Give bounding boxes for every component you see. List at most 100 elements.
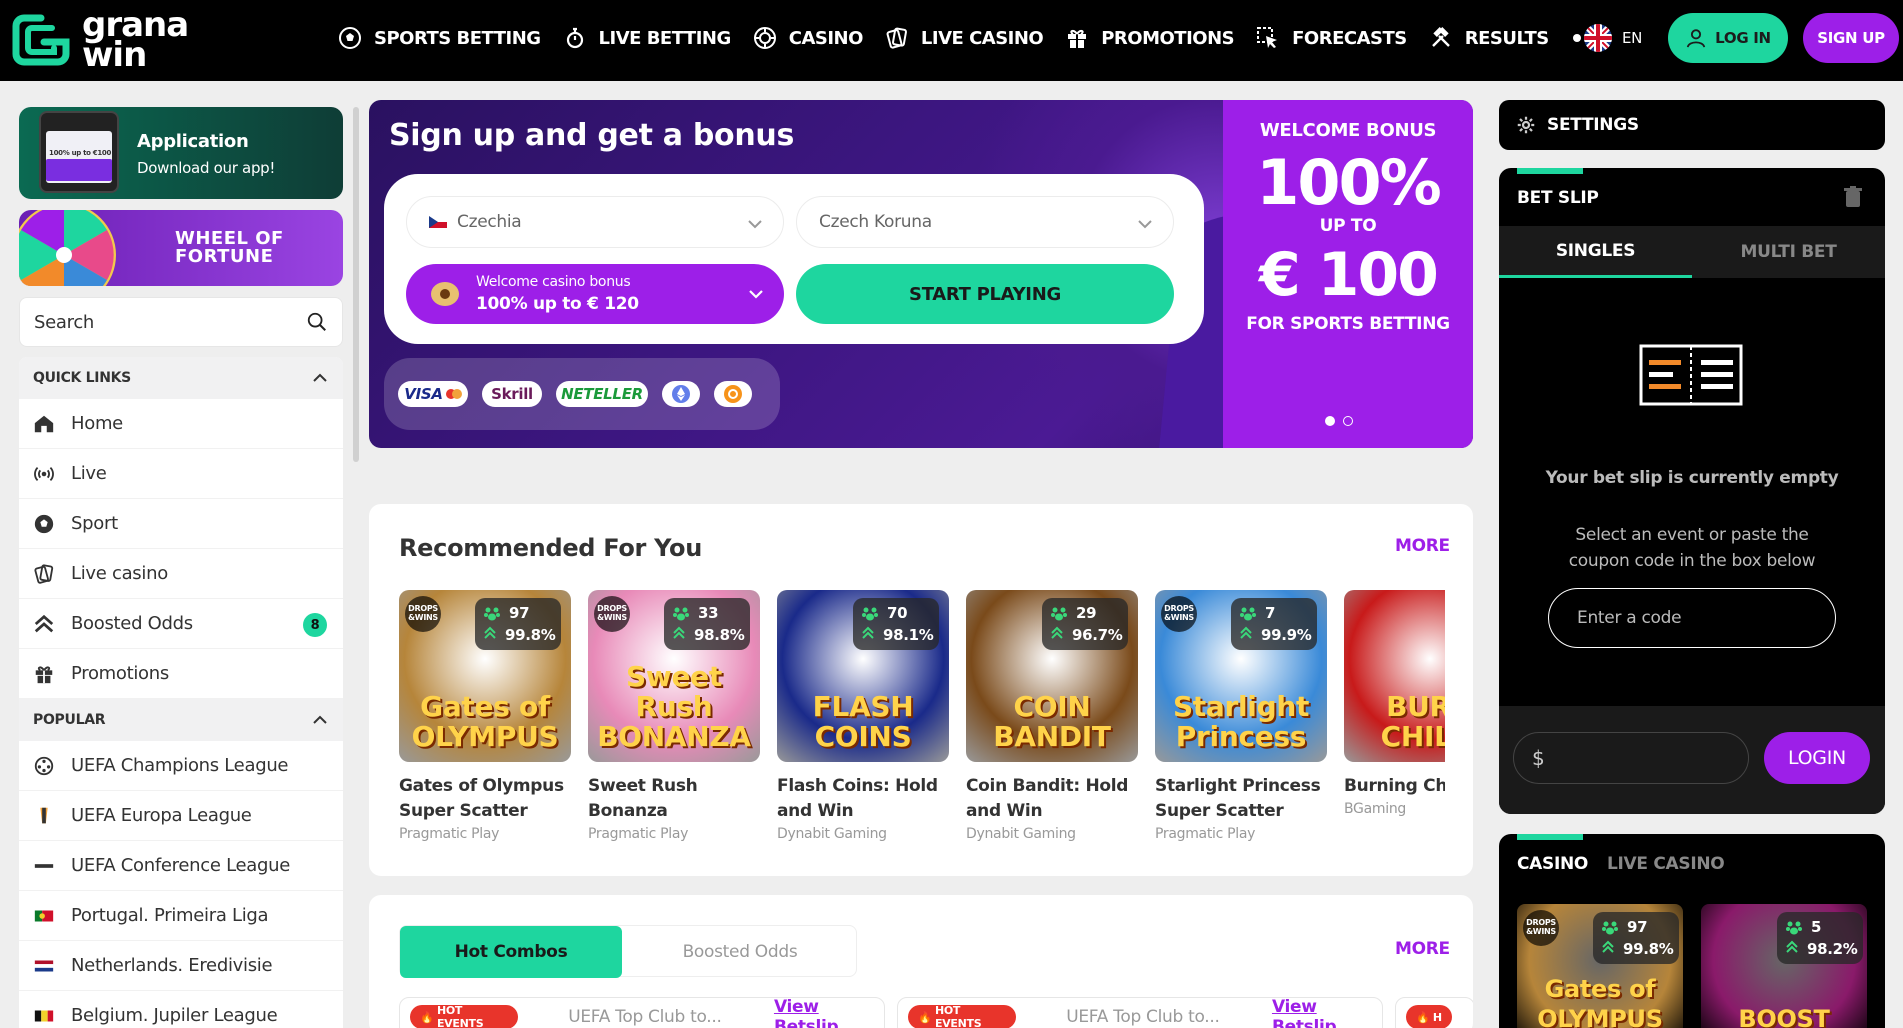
view-betslip-link[interactable]: View Betslip — [1272, 997, 1382, 1028]
sidebar-item-uecl[interactable]: UEFA Conference League — [19, 841, 343, 891]
hot-event-card[interactable]: 🔥 HOT EVENTS UEFA Top Club to... View Be… — [897, 997, 1383, 1028]
nav-live-casino[interactable]: LIVE CASINO — [885, 26, 1044, 50]
betslip-login-button[interactable]: LOGIN — [1764, 732, 1870, 784]
game-art-title: Gates of OLYMPUS — [1537, 975, 1663, 1028]
tab-boosted-odds[interactable]: Boosted Odds — [622, 926, 858, 978]
game-thumbnail[interactable]: 70 98.1% FLASH COINS — [777, 590, 949, 762]
casino-game-thumbnail[interactable]: DROPS &WINS 97 99.8% Gates of OLYMPUS — [1517, 904, 1683, 1028]
sidebar-item-label: Boosted Odds — [71, 613, 193, 634]
drops-wins-badge: DROPS &WINS — [1523, 910, 1559, 946]
game-name[interactable]: Gates of Olympus Super Scatter — [399, 774, 571, 824]
bonus-select[interactable]: Welcome casino bonus 100% up to € 120 — [406, 264, 784, 324]
game-card[interactable]: DROPS &WINS 7 99.9% Starlight Princess Starli… — [1155, 590, 1327, 842]
start-playing-label: START PLAYING — [909, 283, 1061, 305]
sidebar-item-live-casino[interactable]: Live casino — [19, 549, 343, 599]
nav-promotions[interactable]: PROMOTIONS — [1065, 26, 1235, 50]
nav-sports-betting[interactable]: SPORTS BETTING — [338, 26, 541, 50]
tab-hot-combos[interactable]: Hot Combos — [400, 926, 622, 978]
sidebar-item-portugal[interactable]: Portugal. Primeira Liga — [19, 891, 343, 941]
game-name[interactable]: Flash Coins: Hold and Win — [777, 774, 949, 824]
coupon-code-input[interactable]: Enter a code — [1548, 588, 1836, 648]
game-name[interactable]: Burning Chilli — [1344, 774, 1445, 799]
nav-label: CASINO — [788, 27, 864, 49]
carousel-dot[interactable] — [1343, 416, 1353, 426]
game-art-title: FLASH COINS — [812, 690, 914, 753]
welcome-bonus-panel[interactable]: WELCOME BONUS 100% UP TO € 100 FOR SPORT… — [1223, 100, 1473, 448]
hot-event-card[interactable]: 🔥 H — [1395, 997, 1473, 1028]
game-art-title: Gates of OLYMPUS — [411, 690, 559, 753]
game-players: 97 — [509, 604, 530, 622]
game-thumbnail[interactable]: DROPS &WINS 97 99.8% Gates of OLYMPUS — [399, 590, 571, 762]
event-title: UEFA Top Club to... — [1066, 1007, 1220, 1027]
sidebar-item-promotions[interactable]: Promotions — [19, 649, 343, 699]
nav-live-betting[interactable]: LIVE BETTING — [563, 26, 731, 50]
game-thumbnail[interactable]: DROPS &WINS 7 99.9% Starlight Princess — [1155, 590, 1327, 762]
sidebar-item-live[interactable]: Live — [19, 449, 343, 499]
search-input[interactable] — [34, 312, 294, 333]
nav-label: SPORTS BETTING — [374, 27, 541, 49]
game-card[interactable]: DROPS &WINS 33 98.8% Sweet Rush BONANZA Sweet… — [588, 590, 760, 842]
game-card[interactable]: 70 98.1% FLASH COINS Flash Coins: Hold and W… — [777, 590, 949, 842]
popular-header[interactable]: POPULAR — [19, 699, 343, 741]
sidebar-item-sport[interactable]: Sport — [19, 499, 343, 549]
chevron-up-icon — [313, 373, 327, 382]
sidebar-scrollbar[interactable] — [353, 107, 359, 462]
uecl-icon — [34, 863, 54, 868]
app-download-banner[interactable]: 100% up to €100 Application Download our… — [19, 107, 343, 199]
more-link[interactable]: MORE — [1395, 939, 1450, 959]
view-betslip-link[interactable]: View Betslip — [774, 997, 884, 1028]
hot-event-card[interactable]: 🔥 HOT EVENTS UEFA Top Club to... View Be… — [399, 997, 885, 1028]
logo[interactable]: grana win — [12, 8, 189, 72]
sidebar-item-ucl[interactable]: UEFA Champions League — [19, 741, 343, 791]
game-thumbnail[interactable]: 29 96.7% COIN BANDIT — [966, 590, 1138, 762]
carousel-dot[interactable] — [1325, 416, 1335, 426]
quick-links-header[interactable]: QUICK LINKS — [19, 357, 343, 399]
country-select[interactable]: Czechia — [406, 196, 784, 248]
nav-results[interactable]: RESULTS — [1429, 26, 1549, 50]
game-art-title: Sweet Rush BONANZA — [597, 660, 751, 753]
casino-game-thumbnail[interactable]: 5 98.2% BOOST — [1701, 904, 1867, 1028]
chevron-down-icon — [749, 290, 763, 299]
tab-singles[interactable]: SINGLES — [1499, 226, 1692, 278]
signup-button[interactable]: SIGN UP — [1803, 13, 1899, 63]
login-button[interactable]: LOG IN — [1668, 13, 1788, 63]
welcome-bonus-target: FOR SPORTS BETTING — [1246, 314, 1450, 334]
recommended-section: Recommended For You MORE DROPS &WINS 97 99.… — [369, 504, 1473, 876]
settings-bar[interactable]: SETTINGS — [1499, 100, 1885, 150]
stopwatch-icon — [566, 27, 583, 49]
language-selector[interactable]: EN — [1584, 24, 1642, 52]
search-icon[interactable] — [306, 311, 328, 333]
nav-forecasts[interactable]: FORECASTS — [1256, 26, 1407, 50]
stake-input[interactable]: $ — [1513, 732, 1749, 784]
game-card[interactable]: 29 96.7% COIN BANDIT Coin Bandit: Hold and W… — [966, 590, 1138, 842]
sidebar-item-boosted-odds[interactable]: Boosted Odds 8 — [19, 599, 343, 649]
game-rtp: 98.1% — [883, 626, 934, 644]
game-card[interactable]: DROPS &WINS 97 99.8% Gates of OLYMPUS Gates o… — [399, 590, 571, 842]
tab-live-casino[interactable]: LIVE CASINO — [1607, 854, 1725, 874]
sidebar-item-netherlands[interactable]: Netherlands. Eredivisie — [19, 941, 343, 991]
start-playing-button[interactable]: START PLAYING — [796, 264, 1174, 324]
more-link[interactable]: MORE — [1395, 536, 1450, 556]
currency-select[interactable]: Czech Koruna — [796, 196, 1174, 248]
game-name[interactable]: Coin Bandit: Hold and Win — [966, 774, 1138, 824]
game-thumbnail[interactable]: DROPS &WINS 33 98.8% Sweet Rush BONANZA — [588, 590, 760, 762]
user-icon — [1687, 29, 1706, 48]
game-card[interactable]: BURN CHILLI Burning Chilli BGaming — [1344, 590, 1445, 817]
tab-multi-bet[interactable]: MULTI BET — [1692, 226, 1885, 278]
sidebar-item-uel[interactable]: UEFA Europa League — [19, 791, 343, 841]
wheel-of-fortune-banner[interactable]: WHEEL OF FORTUNE — [19, 210, 343, 286]
trash-icon[interactable] — [1843, 186, 1863, 208]
rtp-up-icon — [484, 626, 496, 639]
bet-slip-tabs: SINGLES MULTI BET — [1499, 226, 1885, 278]
section-title: QUICK LINKS — [33, 370, 131, 386]
paw-icon — [484, 607, 500, 621]
game-name[interactable]: Starlight Princess Super Scatter — [1155, 774, 1327, 824]
game-name[interactable]: Sweet Rush Bonanza — [588, 774, 760, 824]
sidebar-item-belgium[interactable]: Belgium. Jupiler League — [19, 991, 343, 1028]
tab-casino[interactable]: CASINO — [1517, 854, 1588, 874]
game-thumbnail[interactable]: BURN CHILLI — [1344, 590, 1445, 762]
game-stats: 97 99.8% — [1593, 912, 1679, 964]
sidebar-item-home[interactable]: Home — [19, 399, 343, 449]
nav-casino[interactable]: CASINO — [753, 26, 863, 50]
sidebar-item-label: Netherlands. Eredivisie — [71, 955, 273, 976]
